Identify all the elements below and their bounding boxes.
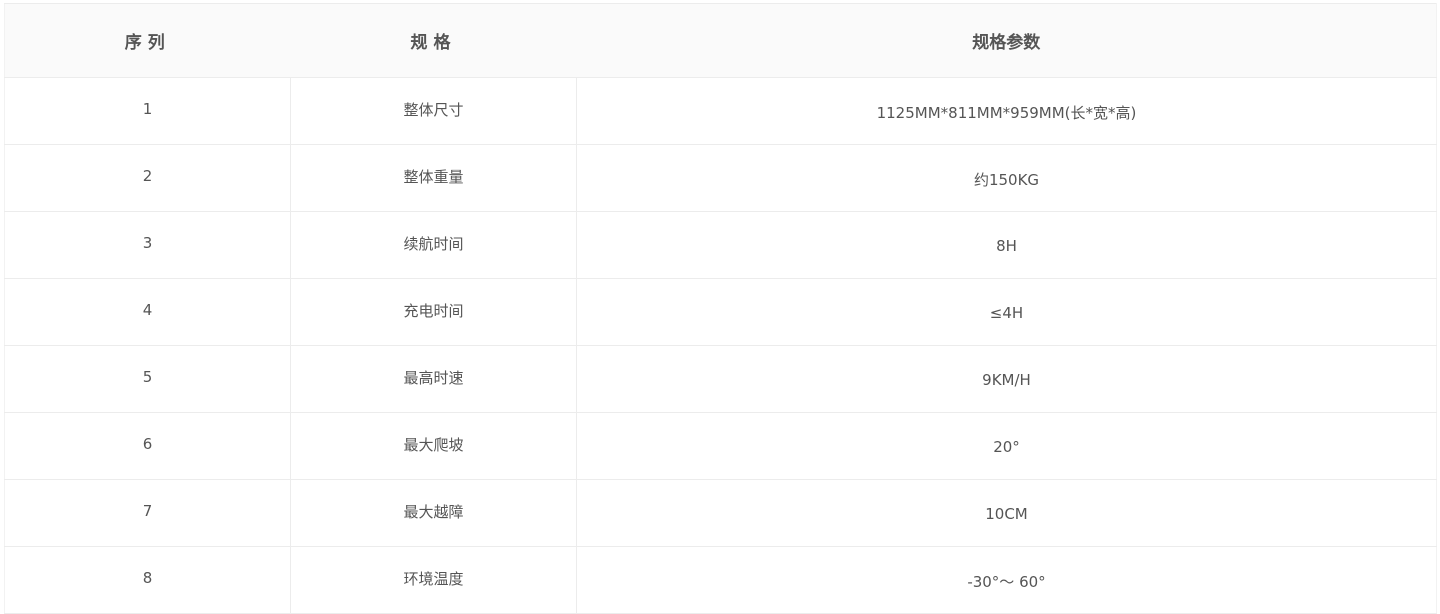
row-index: 6	[4, 412, 291, 480]
row-spec-value: 8H	[576, 211, 1437, 279]
row-index: 4	[4, 278, 291, 346]
spec-table: 序列 规格 规格参数 1 整体尺寸 1125MM*811MM*959MM(长*宽…	[4, 3, 1437, 614]
row-spec-value: 20°	[576, 412, 1437, 480]
row-index: 7	[4, 479, 291, 547]
row-index: 1	[4, 77, 291, 145]
table-row: 8 环境温度 -30°～ 60°	[4, 546, 1437, 614]
table-row: 1 整体尺寸 1125MM*811MM*959MM(长*宽*高)	[4, 77, 1437, 145]
table-row: 7 最大越障 10CM	[4, 479, 1437, 547]
row-spec-name: 最高时速	[290, 345, 577, 413]
table-row: 6 最大爬坡 20°	[4, 412, 1437, 480]
row-spec-value: 1125MM*811MM*959MM(长*宽*高)	[576, 77, 1437, 145]
row-spec-name: 续航时间	[290, 211, 577, 279]
row-spec-name: 最大越障	[290, 479, 577, 547]
header-row: 序列 规格 规格参数	[4, 3, 1437, 78]
row-spec-value: -30°～ 60°	[576, 546, 1437, 614]
row-index: 2	[4, 144, 291, 212]
row-spec-name: 充电时间	[290, 278, 577, 346]
row-index: 8	[4, 546, 291, 614]
header-param: 规格参数	[576, 3, 1437, 78]
row-spec-name: 最大爬坡	[290, 412, 577, 480]
row-spec-name: 整体尺寸	[290, 77, 577, 145]
row-spec-name: 整体重量	[290, 144, 577, 212]
row-spec-value: ≤4H	[576, 278, 1437, 346]
header-spec: 规格	[290, 3, 577, 78]
table-row: 2 整体重量 约150KG	[4, 144, 1437, 212]
row-spec-value: 约150KG	[576, 144, 1437, 212]
row-spec-name: 环境温度	[290, 546, 577, 614]
row-spec-value: 9KM/H	[576, 345, 1437, 413]
row-index: 3	[4, 211, 291, 279]
row-spec-value: 10CM	[576, 479, 1437, 547]
table-row: 3 续航时间 8H	[4, 211, 1437, 279]
header-index: 序列	[4, 3, 291, 78]
row-index: 5	[4, 345, 291, 413]
table-row: 5 最高时速 9KM/H	[4, 345, 1437, 413]
table-row: 4 充电时间 ≤4H	[4, 278, 1437, 346]
